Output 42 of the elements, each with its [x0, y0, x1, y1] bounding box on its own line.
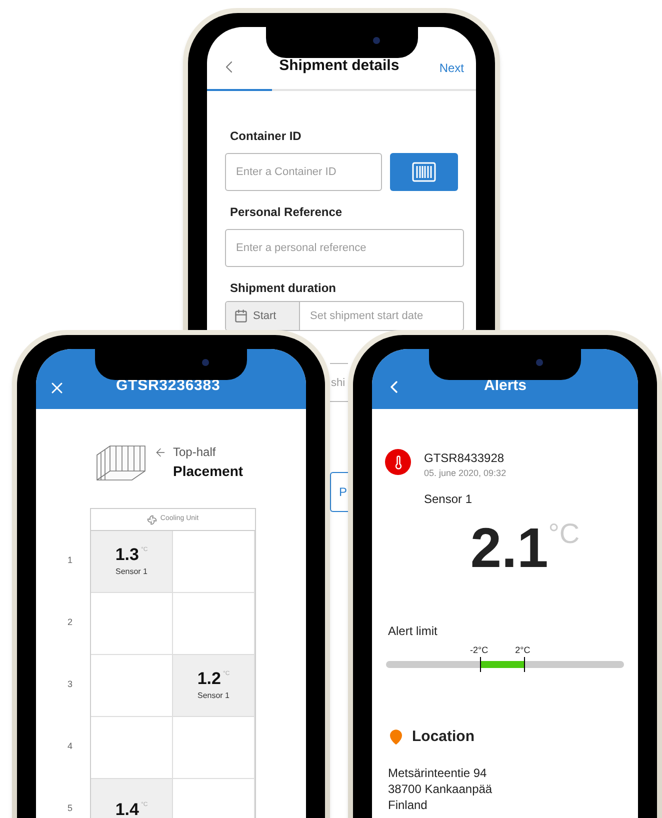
- sensor-value: 1.3: [115, 546, 139, 562]
- sensor-value: 1.2: [197, 670, 221, 686]
- alert-limit-label: Alert limit: [388, 622, 438, 640]
- sensor-value: 1.4: [115, 801, 139, 818]
- field-label: Container ID: [230, 128, 302, 145]
- location-title: Location: [412, 727, 474, 747]
- temperature-value: 2.1: [470, 520, 548, 576]
- start-label: Start: [253, 308, 276, 324]
- row-number: 2: [66, 616, 74, 630]
- position-hint: Top-half: [173, 444, 216, 461]
- scan-button[interactable]: [390, 153, 458, 191]
- address-line: Metsärinteentie 94: [388, 764, 488, 780]
- row-number: 5: [66, 802, 74, 816]
- screen-title: Alerts: [484, 376, 527, 396]
- sensor-label: Sensor 1: [115, 566, 148, 578]
- field-label: Shipment duration: [230, 280, 337, 297]
- container-drawing: [96, 444, 146, 480]
- screen-title: Shipment details: [278, 56, 400, 76]
- fan-icon: [147, 514, 158, 524]
- barcode-icon: [412, 162, 436, 182]
- alert-time: 05. june 2020, 09:32: [424, 467, 506, 480]
- address-line: Finland: [388, 796, 428, 812]
- arrow-left-icon: [154, 446, 167, 458]
- low-limit-label: -2°C: [470, 644, 488, 656]
- start-placeholder: Set shipment start date: [309, 308, 424, 324]
- row-number: 3: [66, 678, 74, 692]
- row-number: 4: [66, 740, 74, 754]
- start-date-field[interactable]: Start Set shipment start date: [225, 301, 464, 331]
- screen-title: GTSR3236383: [116, 376, 220, 396]
- calendar-icon: [234, 309, 248, 323]
- row-number: 1: [66, 554, 74, 568]
- sensor-name: Sensor 1: [424, 490, 474, 508]
- field-label: Personal Reference: [230, 204, 344, 221]
- high-limit-label: 2°C: [515, 644, 530, 656]
- container-id: GTSR8433928: [424, 450, 506, 467]
- sensor-label: Sensor 1: [197, 690, 230, 702]
- placement-heading: Placement: [173, 462, 244, 481]
- location-pin-icon: [388, 729, 404, 746]
- personal-reference-field[interactable]: Enter a personal reference: [225, 229, 464, 267]
- address-line: 38700 Kankaanpää: [388, 780, 494, 796]
- next-link[interactable]: Next: [439, 59, 464, 77]
- container-id-field[interactable]: Enter a Container ID: [225, 153, 382, 191]
